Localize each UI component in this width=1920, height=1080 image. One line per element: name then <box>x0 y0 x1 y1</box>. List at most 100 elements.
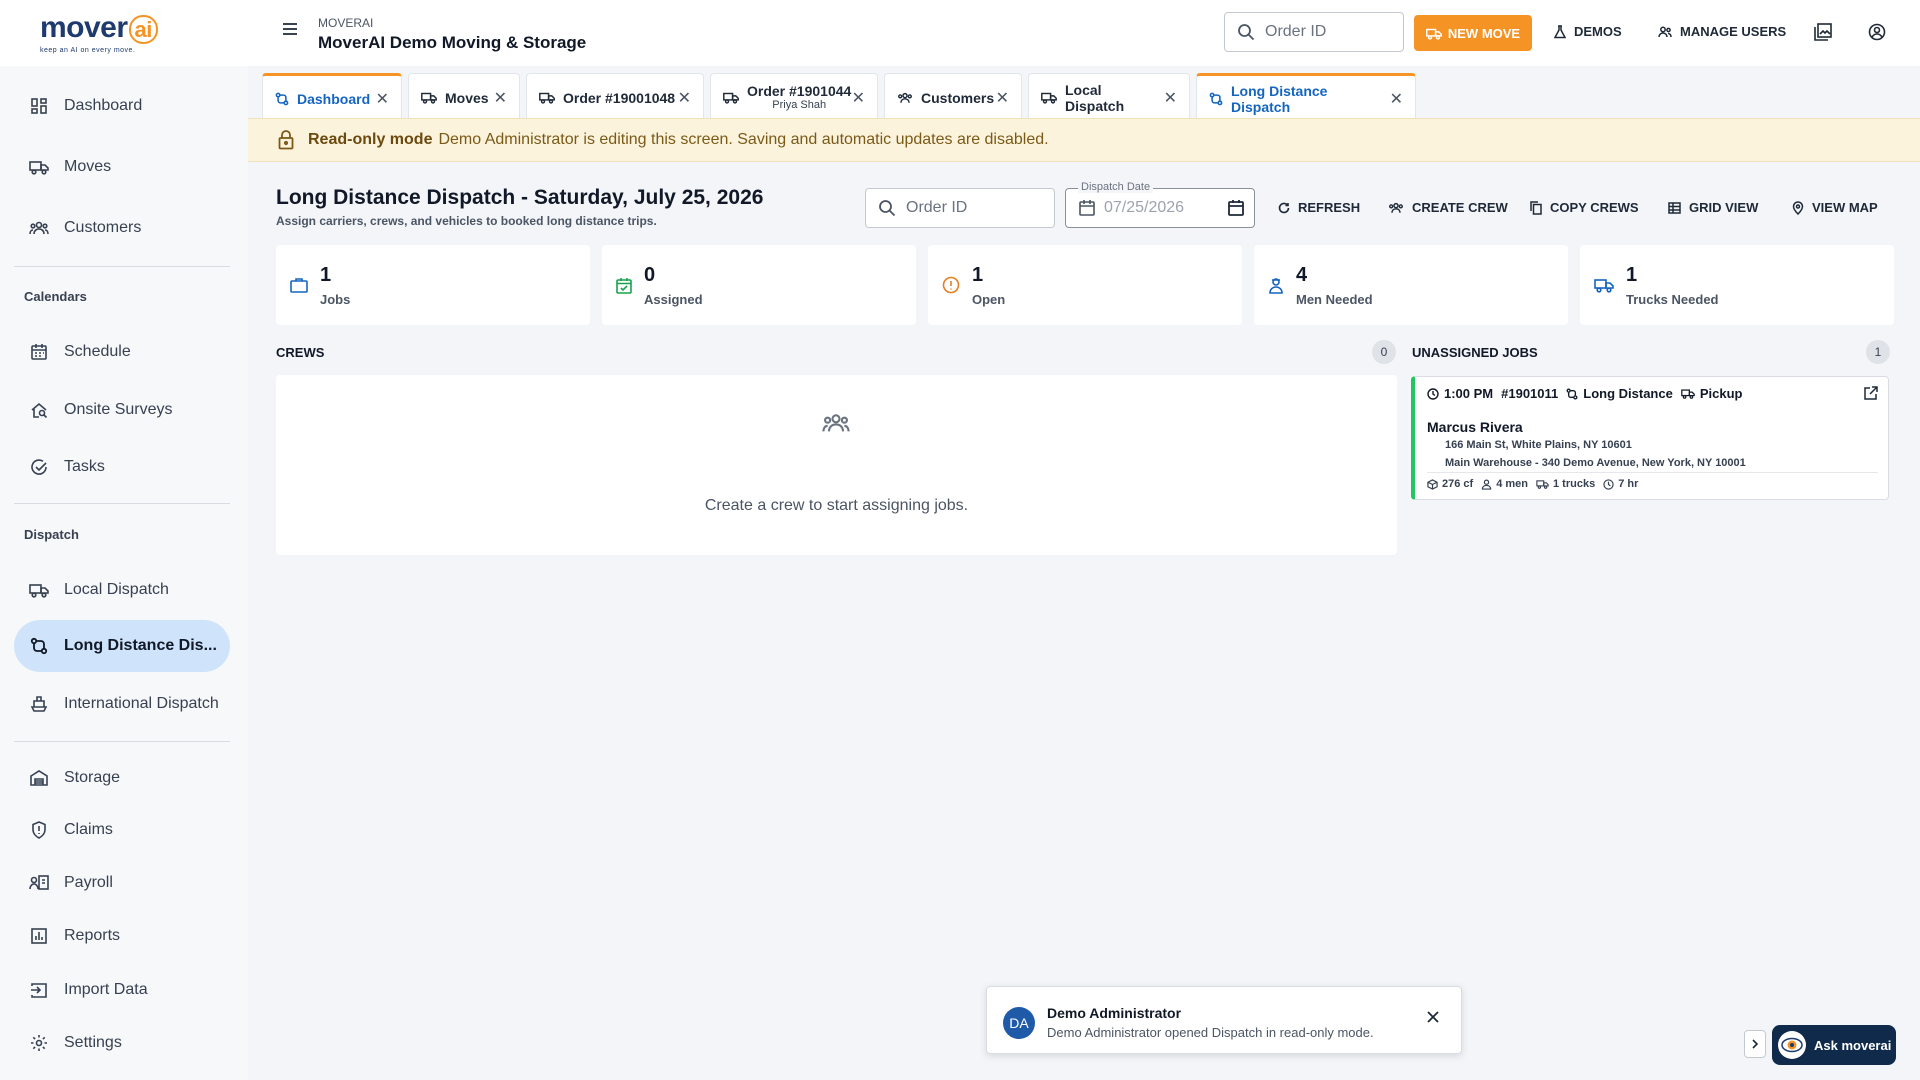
order-id-input[interactable]: Order ID <box>865 188 1055 228</box>
job-time: 1:00 PM <box>1444 386 1494 401</box>
sidebar-item-tasks[interactable]: Tasks <box>14 441 230 493</box>
box-icon <box>1427 478 1438 490</box>
toast-message: Demo Administrator opened Dispatch in re… <box>1047 1025 1374 1040</box>
create-crew-button[interactable]: CREATE CREW <box>1388 200 1508 215</box>
truck-icon <box>1681 388 1695 399</box>
truck-icon <box>421 91 437 104</box>
nav-divider <box>14 266 230 267</box>
ask-moverai-label: Ask moverai <box>1814 1037 1892 1053</box>
close-icon[interactable]: ✕ <box>678 88 691 108</box>
close-icon[interactable]: ✕ <box>996 88 1009 108</box>
demos-button[interactable]: DEMOS <box>1554 24 1622 39</box>
stat-label: Trucks Needed <box>1626 291 1719 307</box>
route-icon <box>28 635 50 657</box>
dashboard-icon <box>28 95 50 117</box>
tab-long-distance-dispatch[interactable]: Long Distance Dispatch ✕ <box>1196 73 1416 121</box>
copy-crews-label: COPY CREWS <box>1550 200 1639 215</box>
sidebar-item-label: Long Distance Dis... <box>64 637 217 654</box>
collapse-assistant-button[interactable] <box>1744 1030 1766 1058</box>
lock-icon <box>278 130 294 150</box>
sidebar-item-label: Customers <box>64 219 142 236</box>
page-title: Long Distance Dispatch - Saturday, July … <box>276 186 764 209</box>
gallery-icon[interactable] <box>1814 23 1832 41</box>
divider <box>1427 472 1878 473</box>
shield-icon <box>28 819 50 841</box>
manage-users-label: MANAGE USERS <box>1680 24 1787 39</box>
stat-card-jobs: 1 Jobs <box>276 245 590 325</box>
sidebar-item-local-dispatch[interactable]: Local Dispatch <box>14 564 230 616</box>
refresh-button[interactable]: REFRESH <box>1278 200 1360 215</box>
toast-title: Demo Administrator <box>1047 1005 1182 1021</box>
date-picker-icon[interactable] <box>1228 199 1244 217</box>
create-crew-label: CREATE CREW <box>1412 200 1508 215</box>
close-icon[interactable]: ✕ <box>376 89 389 109</box>
tab-order-1901044[interactable]: Order #1901044 Priya Shah ✕ <box>710 73 878 121</box>
tab-order-19001048[interactable]: Order #19001048 ✕ <box>526 73 704 121</box>
nav-section-dispatch: Dispatch <box>24 527 79 542</box>
tab-sublabel: Priya Shah <box>772 98 827 111</box>
sidebar-item-payroll[interactable]: Payroll <box>14 857 230 909</box>
tab-customers[interactable]: Customers ✕ <box>884 73 1022 121</box>
close-icon[interactable]: ✕ <box>852 88 865 108</box>
logo-brand: mover <box>40 10 128 44</box>
stat-card-assigned: 0 Assigned <box>602 245 916 325</box>
sidebar-item-reports[interactable]: Reports <box>14 910 230 962</box>
close-icon[interactable] <box>1427 1011 1439 1023</box>
nav-divider <box>14 741 230 742</box>
sidebar-item-label: Onsite Surveys <box>64 401 173 418</box>
ask-moverai-button[interactable]: Ask moverai <box>1772 1025 1896 1065</box>
sidebar-item-onsite-surveys[interactable]: Onsite Surveys <box>14 384 230 436</box>
close-icon[interactable]: ✕ <box>1164 88 1177 108</box>
job-cubic-feet: 276 cf <box>1442 478 1474 490</box>
sidebar-item-moves[interactable]: Moves <box>14 141 230 193</box>
person-icon <box>1481 479 1492 490</box>
job-type: Long Distance <box>1583 386 1673 401</box>
tab-moves[interactable]: Moves ✕ <box>408 73 520 121</box>
menu-icon[interactable] <box>282 22 298 36</box>
truck-icon <box>1041 91 1057 104</box>
new-move-button[interactable]: NEW MOVE <box>1414 15 1532 51</box>
copy-crews-button[interactable]: COPY CREWS <box>1530 200 1639 215</box>
truck-icon <box>1536 479 1549 489</box>
reports-icon <box>28 925 50 947</box>
order-search-input[interactable]: Order ID <box>1224 12 1404 52</box>
stat-card-open: 1 Open <box>928 245 1242 325</box>
tab-dashboard[interactable]: Dashboard ✕ <box>262 73 402 121</box>
job-card[interactable]: 1:00 PM #1901011 Long Distance Pickup Ma… <box>1411 376 1889 500</box>
close-icon[interactable]: ✕ <box>494 88 507 108</box>
banner-title: Read-only mode <box>308 131 433 148</box>
sidebar-item-customers[interactable]: Customers <box>14 202 230 254</box>
grid-view-button[interactable]: GRID VIEW <box>1668 200 1758 215</box>
job-summary: 1:00 PM #1901011 Long Distance Pickup <box>1427 386 1750 401</box>
stat-label: Jobs <box>320 291 351 307</box>
stat-card-men-needed: 4 Men Needed <box>1254 245 1568 325</box>
sidebar-item-settings[interactable]: Settings <box>14 1017 230 1069</box>
dispatch-date-input[interactable]: 07/25/2026 <box>1065 188 1255 228</box>
sidebar-item-import-data[interactable]: Import Data <box>14 964 230 1016</box>
account-icon[interactable] <box>1868 23 1886 41</box>
sidebar-item-label: Dashboard <box>64 97 143 114</box>
people-icon <box>1388 202 1404 214</box>
sidebar-item-long-distance-dispatch[interactable]: Long Distance Dis... <box>14 620 230 672</box>
top-bar: MOVERAI MoverAI Demo Moving & Storage Or… <box>248 0 1920 66</box>
sidebar-item-international-dispatch[interactable]: International Dispatch <box>14 678 230 730</box>
copy-icon <box>1530 200 1542 215</box>
sidebar-item-schedule[interactable]: Schedule <box>14 326 230 378</box>
tab-local-dispatch[interactable]: Local Dispatch ✕ <box>1028 73 1190 121</box>
people-icon <box>822 413 850 433</box>
close-icon[interactable]: ✕ <box>1390 89 1403 109</box>
view-map-button[interactable]: VIEW MAP <box>1792 200 1878 215</box>
sidebar-item-dashboard[interactable]: Dashboard <box>14 80 230 132</box>
logo-ai: ai <box>128 14 158 44</box>
sidebar: mover ai keep an AI on every move. Dashbo… <box>0 0 248 1080</box>
sidebar-item-storage[interactable]: Storage <box>14 752 230 804</box>
job-service: Pickup <box>1699 386 1743 401</box>
logo[interactable]: mover ai keep an AI on every move. <box>0 0 248 66</box>
sidebar-item-claims[interactable]: Claims <box>14 804 230 856</box>
logo-tagline: keep an AI on every move. <box>40 46 136 54</box>
crews-empty-text: Create a crew to start assigning jobs. <box>704 497 969 514</box>
search-icon <box>1237 23 1255 41</box>
open-external-icon[interactable] <box>1864 386 1878 400</box>
manage-users-button[interactable]: MANAGE USERS <box>1658 24 1786 39</box>
tab-label: Customers <box>921 89 995 106</box>
